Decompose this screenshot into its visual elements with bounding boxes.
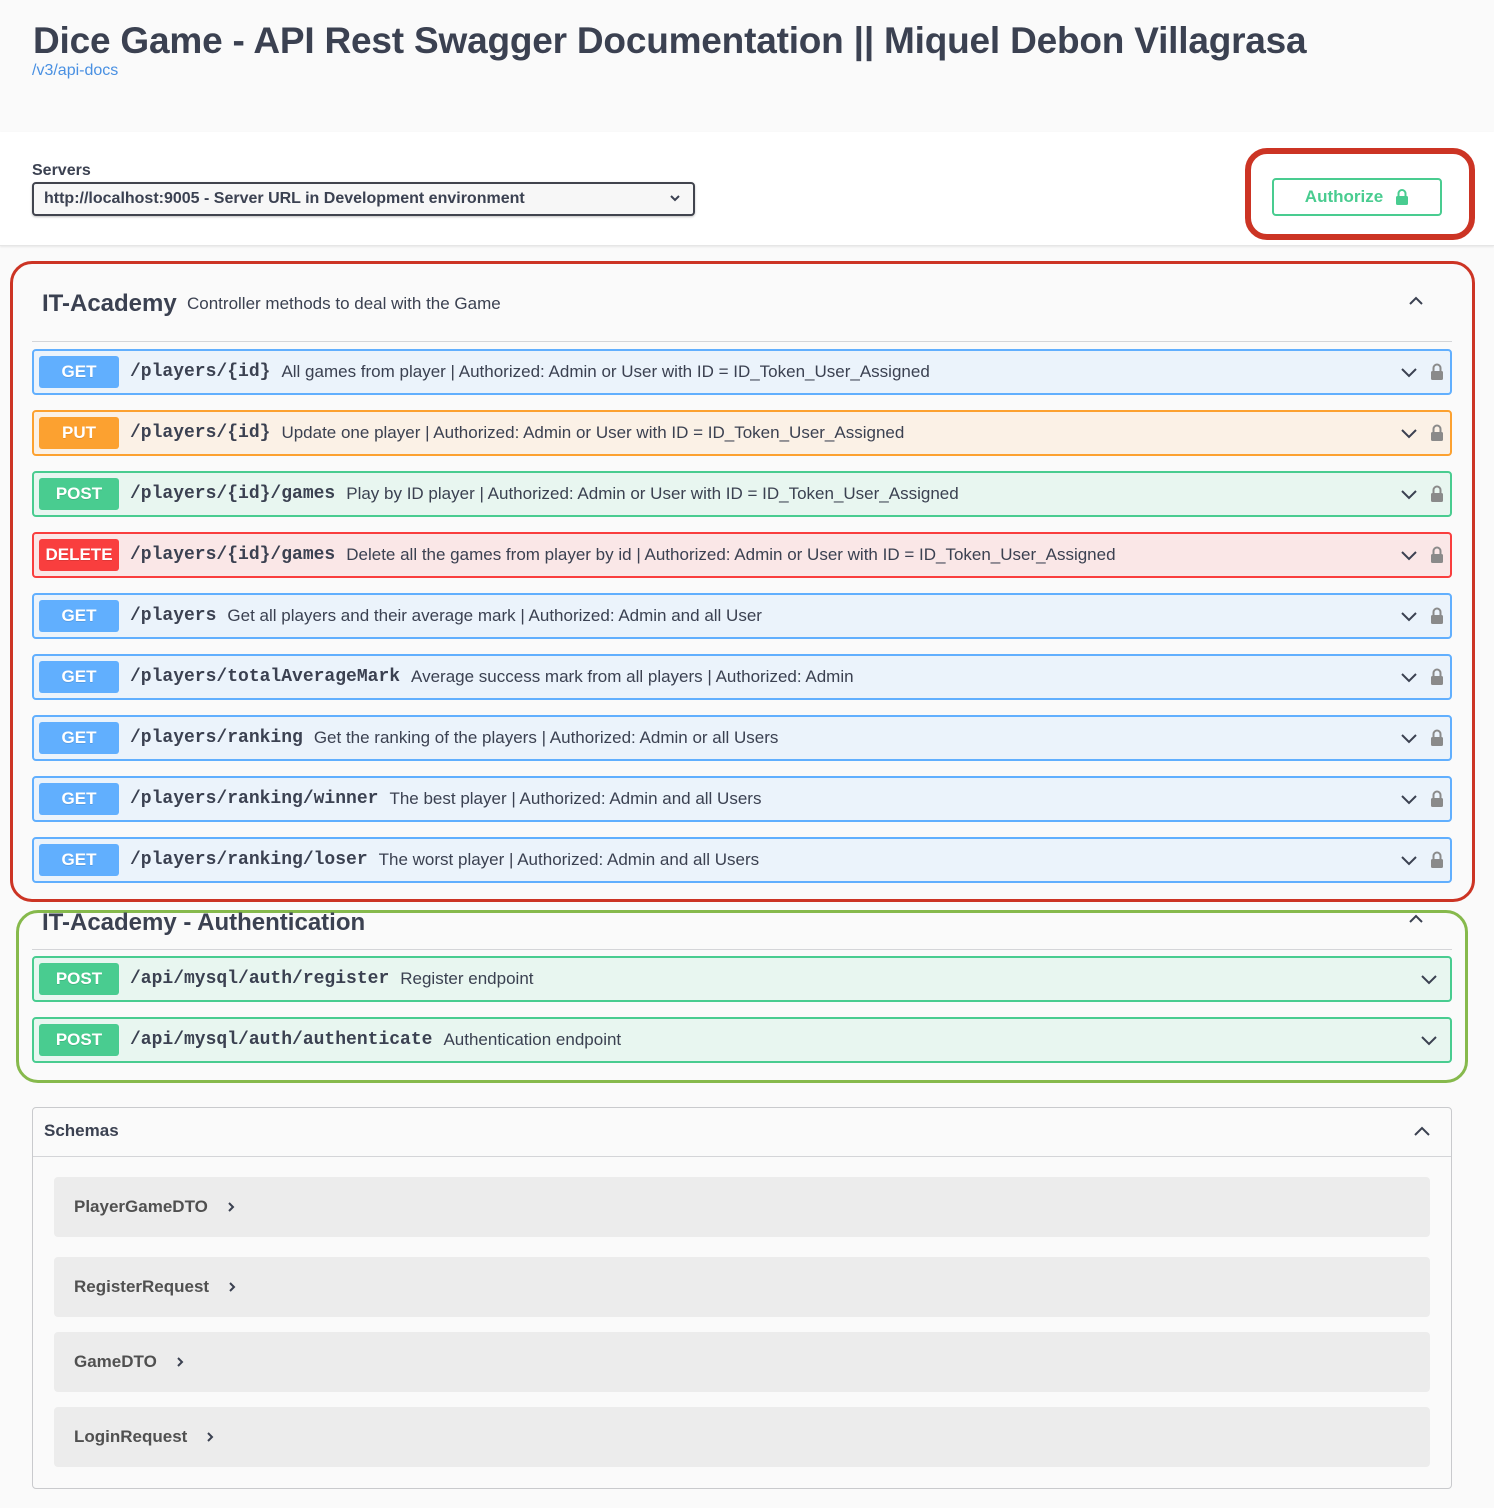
- operation-path: /players/{id}/games: [130, 484, 336, 504]
- model-player-game-dto[interactable]: PlayerGameDTO: [54, 1177, 1430, 1237]
- chevron-down-icon[interactable]: [1400, 485, 1418, 503]
- operation-summary: Play by ID player | Authorized: Admin or…: [346, 484, 959, 503]
- operation-summary: Register endpoint: [400, 969, 534, 988]
- chevron-right-icon: [177, 1357, 184, 1367]
- chevron-down-icon[interactable]: [1400, 729, 1418, 747]
- operation-post-players-id-games[interactable]: POST /players/{id}/games Play by ID play…: [32, 471, 1452, 517]
- operation-path: /players/ranking/loser: [130, 850, 368, 870]
- tag-description: Controller methods to deal with the Game: [187, 294, 501, 313]
- lock-icon: [1395, 189, 1409, 205]
- operation-post-authenticate[interactable]: POST /api/mysql/auth/authenticate Authen…: [32, 1017, 1452, 1063]
- chevron-down-icon[interactable]: [1400, 668, 1418, 686]
- method-badge: GET: [39, 661, 119, 693]
- lock-icon[interactable]: [1430, 668, 1444, 686]
- chevron-right-icon: [229, 1282, 236, 1292]
- tag-header-it-academy[interactable]: IT-Academy Controller methods to deal wi…: [32, 280, 1452, 342]
- operation-summary: Get all players and their average mark |…: [227, 606, 762, 625]
- chevron-down-icon: [669, 190, 681, 206]
- method-badge: GET: [39, 844, 119, 876]
- operation-summary: Average success mark from all players | …: [411, 667, 854, 686]
- operation-path: /api/mysql/auth/authenticate: [130, 1030, 433, 1050]
- operation-delete-players-id-games[interactable]: DELETE /players/{id}/games Delete all th…: [32, 532, 1452, 578]
- operation-post-register[interactable]: POST /api/mysql/auth/register Register e…: [32, 956, 1452, 1002]
- servers-label: Servers: [32, 162, 91, 179]
- operation-path: /players/ranking/winner: [130, 789, 379, 809]
- authorize-label: Authorize: [1304, 187, 1384, 206]
- model-name: LoginRequest: [74, 1427, 188, 1446]
- operation-summary: All games from player | Authorized: Admi…: [281, 362, 930, 381]
- chevron-up-icon[interactable]: [1408, 293, 1424, 309]
- operation-path: /players/{id}/games: [130, 545, 336, 565]
- lock-icon[interactable]: [1430, 851, 1444, 869]
- model-login-request[interactable]: LoginRequest: [54, 1407, 1430, 1467]
- operation-summary: Authentication endpoint: [443, 1030, 622, 1049]
- method-badge: GET: [39, 783, 119, 815]
- method-badge: POST: [39, 963, 119, 995]
- lock-icon[interactable]: [1430, 424, 1444, 442]
- operation-path: /api/mysql/auth/register: [130, 969, 390, 989]
- chevron-down-icon[interactable]: [1400, 851, 1418, 869]
- operation-summary: The best player | Authorized: Admin and …: [389, 789, 762, 808]
- operation-get-players[interactable]: GET /players Get all players and their a…: [32, 593, 1452, 639]
- method-badge: GET: [39, 356, 119, 388]
- chevron-right-icon: [207, 1432, 214, 1442]
- operation-summary: Delete all the games from player by id |…: [346, 545, 1116, 564]
- tag-name: IT-Academy - Authentication: [42, 909, 366, 936]
- chevron-down-icon[interactable]: [1420, 970, 1438, 988]
- info-header: Dice Game - API Rest Swagger Documentati…: [0, 0, 1494, 132]
- authorize-button[interactable]: Authorize: [1272, 178, 1442, 216]
- api-docs-link[interactable]: /v3/api-docs: [32, 62, 118, 80]
- method-badge: POST: [39, 1024, 119, 1056]
- chevron-down-icon[interactable]: [1400, 607, 1418, 625]
- tag-header-authentication[interactable]: IT-Academy - Authentication: [32, 905, 1452, 950]
- operation-path: /players/{id}: [130, 362, 271, 382]
- operation-put-players-id[interactable]: PUT /players/{id} Update one player | Au…: [32, 410, 1452, 456]
- lock-icon[interactable]: [1430, 363, 1444, 381]
- page-title: Dice Game - API Rest Swagger Documentati…: [33, 20, 1307, 61]
- server-select[interactable]: http://localhost:9005 - Server URL in De…: [32, 182, 695, 216]
- chevron-up-icon[interactable]: [1408, 911, 1424, 927]
- schemas-section: Schemas PlayerGameDTO RegisterRequest Ga…: [32, 1107, 1452, 1489]
- lock-icon[interactable]: [1430, 485, 1444, 503]
- chevron-down-icon[interactable]: [1400, 424, 1418, 442]
- method-badge: GET: [39, 600, 119, 632]
- method-badge: PUT: [39, 417, 119, 449]
- operation-summary: The worst player | Authorized: Admin and…: [378, 850, 760, 869]
- schemas-header[interactable]: Schemas: [33, 1108, 1451, 1157]
- operation-path: /players/totalAverageMark: [130, 667, 401, 687]
- tag-name: IT-Academy: [42, 290, 177, 317]
- model-game-dto[interactable]: GameDTO: [54, 1332, 1430, 1392]
- chevron-down-icon[interactable]: [1400, 363, 1418, 381]
- server-select-value: http://localhost:9005 - Server URL in De…: [44, 190, 525, 207]
- operation-get-ranking-winner[interactable]: GET /players/ranking/winner The best pla…: [32, 776, 1452, 822]
- operation-summary: Get the ranking of the players | Authori…: [313, 728, 779, 747]
- lock-icon[interactable]: [1430, 546, 1444, 564]
- lock-icon[interactable]: [1430, 607, 1444, 625]
- operation-summary: Update one player | Authorized: Admin or…: [281, 423, 905, 442]
- method-badge: GET: [39, 722, 119, 754]
- operation-path: /players/{id}: [130, 423, 271, 443]
- operation-get-total-average-mark[interactable]: GET /players/totalAverageMark Average su…: [32, 654, 1452, 700]
- chevron-down-icon[interactable]: [1400, 546, 1418, 564]
- model-name: GameDTO: [74, 1352, 157, 1371]
- chevron-right-icon: [228, 1202, 235, 1212]
- lock-icon[interactable]: [1430, 729, 1444, 747]
- operation-get-players-id[interactable]: GET /players/{id} All games from player …: [32, 349, 1452, 395]
- operation-path: /players/ranking: [130, 728, 303, 748]
- operation-path: /players: [130, 606, 217, 626]
- method-badge: POST: [39, 478, 119, 510]
- chevron-up-icon[interactable]: [1413, 1123, 1431, 1141]
- operation-get-ranking-loser[interactable]: GET /players/ranking/loser The worst pla…: [32, 837, 1452, 883]
- model-name: PlayerGameDTO: [74, 1197, 208, 1216]
- schemas-title: Schemas: [44, 1121, 119, 1140]
- chevron-down-icon[interactable]: [1400, 790, 1418, 808]
- chevron-down-icon[interactable]: [1420, 1031, 1438, 1049]
- model-name: RegisterRequest: [74, 1277, 210, 1296]
- operation-get-ranking[interactable]: GET /players/ranking Get the ranking of …: [32, 715, 1452, 761]
- model-register-request[interactable]: RegisterRequest: [54, 1257, 1430, 1317]
- method-badge: DELETE: [39, 539, 119, 571]
- lock-icon[interactable]: [1430, 790, 1444, 808]
